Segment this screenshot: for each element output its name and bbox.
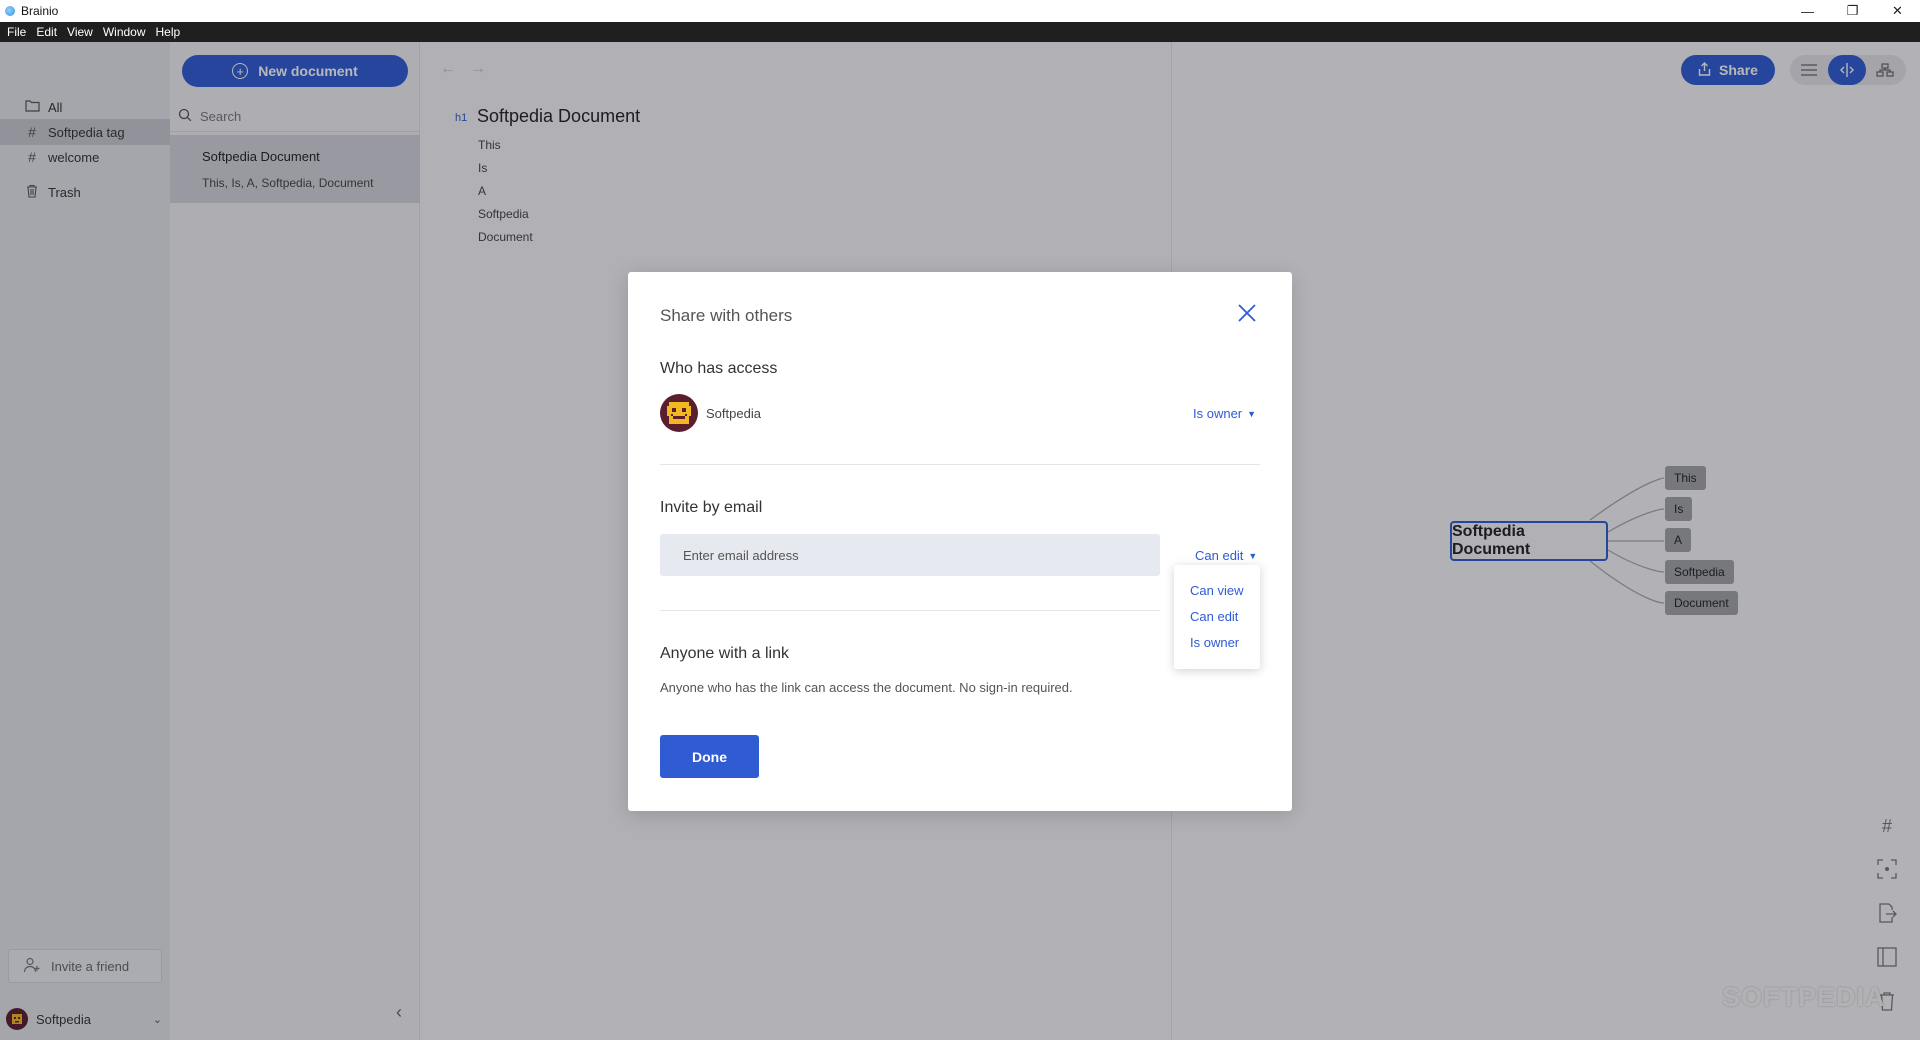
done-button[interactable]: Done xyxy=(660,735,759,778)
dialog-title: Share with others xyxy=(660,306,793,325)
anyone-with-link-heading: Anyone with a link xyxy=(660,645,789,662)
role-option-can-edit[interactable]: Can edit xyxy=(1190,609,1238,624)
menu-help[interactable]: Help xyxy=(151,25,186,39)
close-button[interactable] xyxy=(1234,300,1260,326)
brainio-logo-icon xyxy=(5,6,15,16)
menu-window[interactable]: Window xyxy=(98,25,151,39)
window-controls: — ❐ ✕ xyxy=(1785,0,1920,22)
role-option-can-view[interactable]: Can view xyxy=(1190,583,1243,598)
role-label: Can edit xyxy=(1195,548,1244,563)
share-dialog: Share with others Who has access Softped… xyxy=(628,272,1292,811)
avatar xyxy=(660,394,698,432)
menu-bar: File Edit View Window Help xyxy=(0,22,1920,42)
who-has-access-heading: Who has access xyxy=(660,360,778,377)
role-dropdown-menu: Can view Can edit Is owner xyxy=(1174,565,1260,669)
window-title: Brainio xyxy=(21,4,59,18)
chevron-down-icon: ▼ xyxy=(1248,550,1258,561)
divider xyxy=(660,464,1260,465)
menu-edit[interactable]: Edit xyxy=(31,25,62,39)
minimize-button[interactable]: — xyxy=(1785,0,1830,22)
restore-button[interactable]: ❐ xyxy=(1830,0,1875,22)
owner-name: Softpedia xyxy=(706,406,761,421)
close-icon xyxy=(1238,304,1256,322)
role-option-is-owner[interactable]: Is owner xyxy=(1190,635,1239,650)
invite-role-select[interactable]: Can edit ▼ xyxy=(1195,548,1257,563)
close-window-button[interactable]: ✕ xyxy=(1875,0,1920,22)
title-bar: Brainio — ❐ ✕ xyxy=(0,0,1920,22)
divider xyxy=(660,610,1160,611)
chevron-down-icon: ▼ xyxy=(1247,408,1257,419)
menu-view[interactable]: View xyxy=(62,25,98,39)
email-field[interactable] xyxy=(660,534,1160,576)
owner-role-select[interactable]: Is owner ▼ xyxy=(1193,406,1256,421)
link-description: Anyone who has the link can access the d… xyxy=(660,680,1073,695)
role-label: Is owner xyxy=(1193,406,1243,421)
invite-by-email-heading: Invite by email xyxy=(660,499,763,516)
menu-file[interactable]: File xyxy=(2,25,31,39)
